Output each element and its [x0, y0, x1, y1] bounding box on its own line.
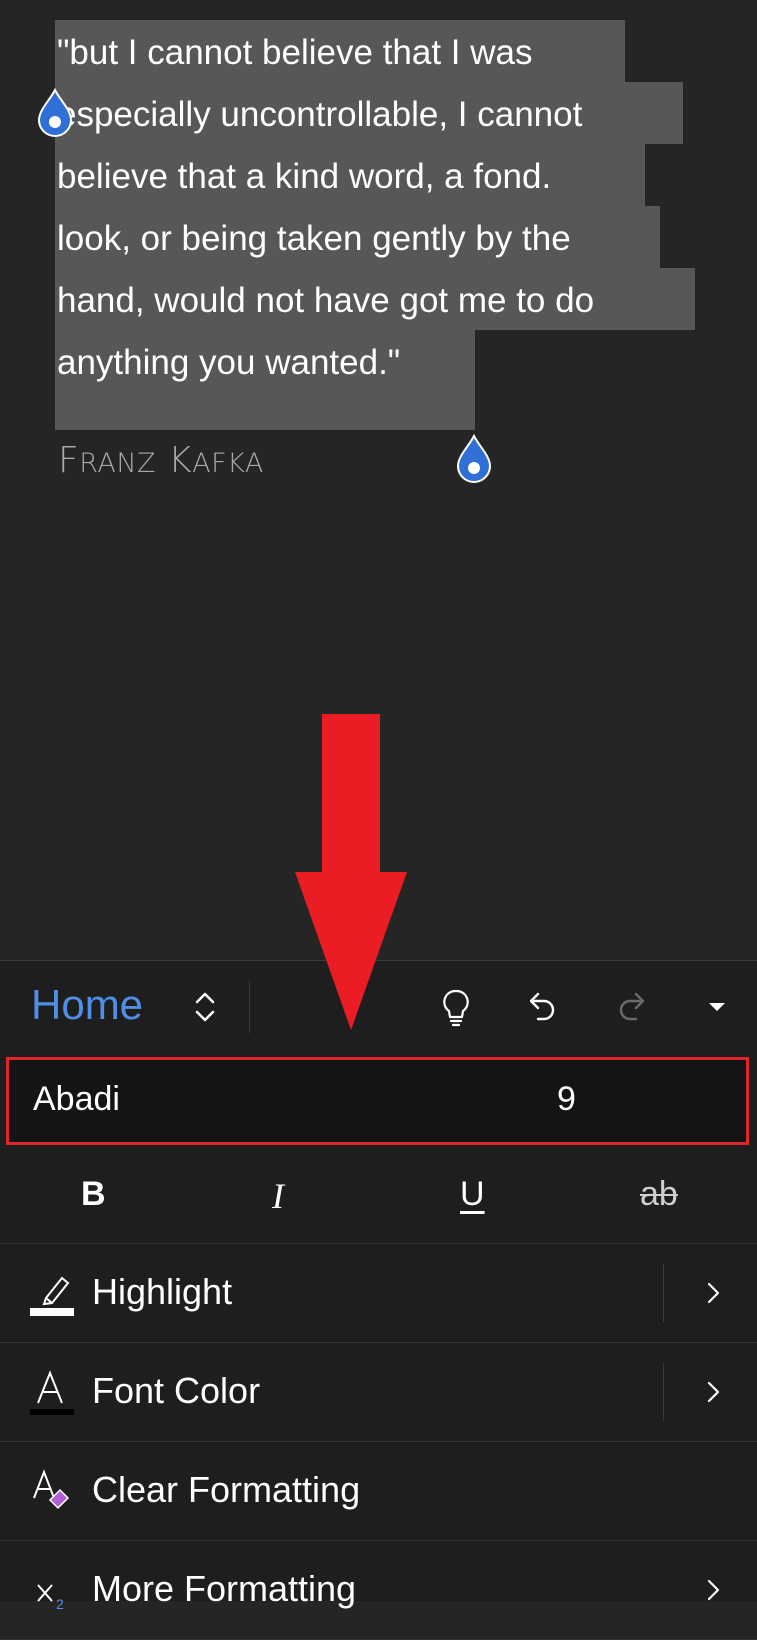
strikethrough-button[interactable]: ab — [640, 1175, 678, 1214]
quote-line[interactable]: hand, would not have got me to do — [57, 270, 594, 332]
author-last-rest: AFKA — [192, 448, 264, 479]
menu-item-more-formatting[interactable]: 2 More Formatting — [0, 1541, 757, 1640]
quote-line[interactable]: believe that a kind word, a fond. — [57, 146, 551, 208]
formatting-panel: Home Abadi 9 B I U ab Highlight Font Col… — [0, 960, 757, 1640]
font-size-dropdown[interactable]: 9 — [557, 1080, 576, 1119]
author-last-initial: K — [168, 440, 193, 481]
quote-line[interactable]: anything you wanted." — [57, 332, 400, 394]
chevron-right-icon[interactable] — [705, 1377, 723, 1407]
underline-button[interactable]: U — [460, 1175, 485, 1214]
italic-button[interactable]: I — [272, 1175, 284, 1217]
redo-icon[interactable] — [612, 985, 652, 1029]
bold-button[interactable]: B — [81, 1175, 106, 1214]
author-first-rest: RANZ — [79, 448, 157, 479]
quote-line[interactable]: look, or being taken gently by the — [57, 208, 571, 270]
chevron-right-icon[interactable] — [705, 1575, 723, 1605]
font-selector-row[interactable]: Abadi 9 — [6, 1057, 749, 1145]
subscript-icon: 2 — [37, 1584, 64, 1612]
chevron-right-icon[interactable] — [705, 1278, 723, 1308]
menu-divider — [663, 1363, 664, 1421]
selection-start-handle-icon[interactable] — [36, 88, 74, 138]
dropdown-caret-icon[interactable] — [697, 985, 737, 1029]
quote-line[interactable]: "but I cannot believe that I was — [57, 22, 533, 84]
menu-item-label: Clear Formatting — [92, 1469, 361, 1510]
quote-line[interactable]: especially uncontrollable, I cannot — [57, 84, 582, 146]
menu-item-label: Highlight — [92, 1271, 233, 1312]
menu-item-highlight[interactable]: Highlight — [0, 1244, 757, 1343]
annotation-arrow-down-icon — [295, 714, 407, 1030]
ribbon-tab-home[interactable]: Home — [31, 981, 143, 1029]
selection-end-handle-icon[interactable] — [455, 434, 493, 484]
author-first-initial: F — [58, 440, 80, 481]
clear-formatting-icon — [33, 1469, 70, 1510]
font-name-dropdown[interactable]: Abadi — [33, 1080, 120, 1119]
quote-author[interactable]: FRANZ KAFKA — [58, 440, 264, 481]
expand-collapse-icon[interactable] — [188, 985, 222, 1029]
menu-item-label: More Formatting — [92, 1568, 357, 1609]
font-color-icon — [30, 1370, 74, 1415]
ribbon-separator — [249, 981, 250, 1033]
highlighter-icon — [30, 1276, 74, 1316]
svg-text:2: 2 — [56, 1596, 64, 1612]
menu-item-clear-formatting[interactable]: Clear Formatting — [0, 1442, 757, 1541]
menu-divider — [663, 1264, 664, 1322]
text-style-row: B I U ab — [0, 1147, 757, 1244]
lightbulb-icon[interactable] — [436, 985, 476, 1029]
menu-item-label: Font Color — [92, 1370, 261, 1411]
undo-icon[interactable] — [522, 985, 562, 1029]
menu-item-font-color[interactable]: Font Color — [0, 1343, 757, 1442]
